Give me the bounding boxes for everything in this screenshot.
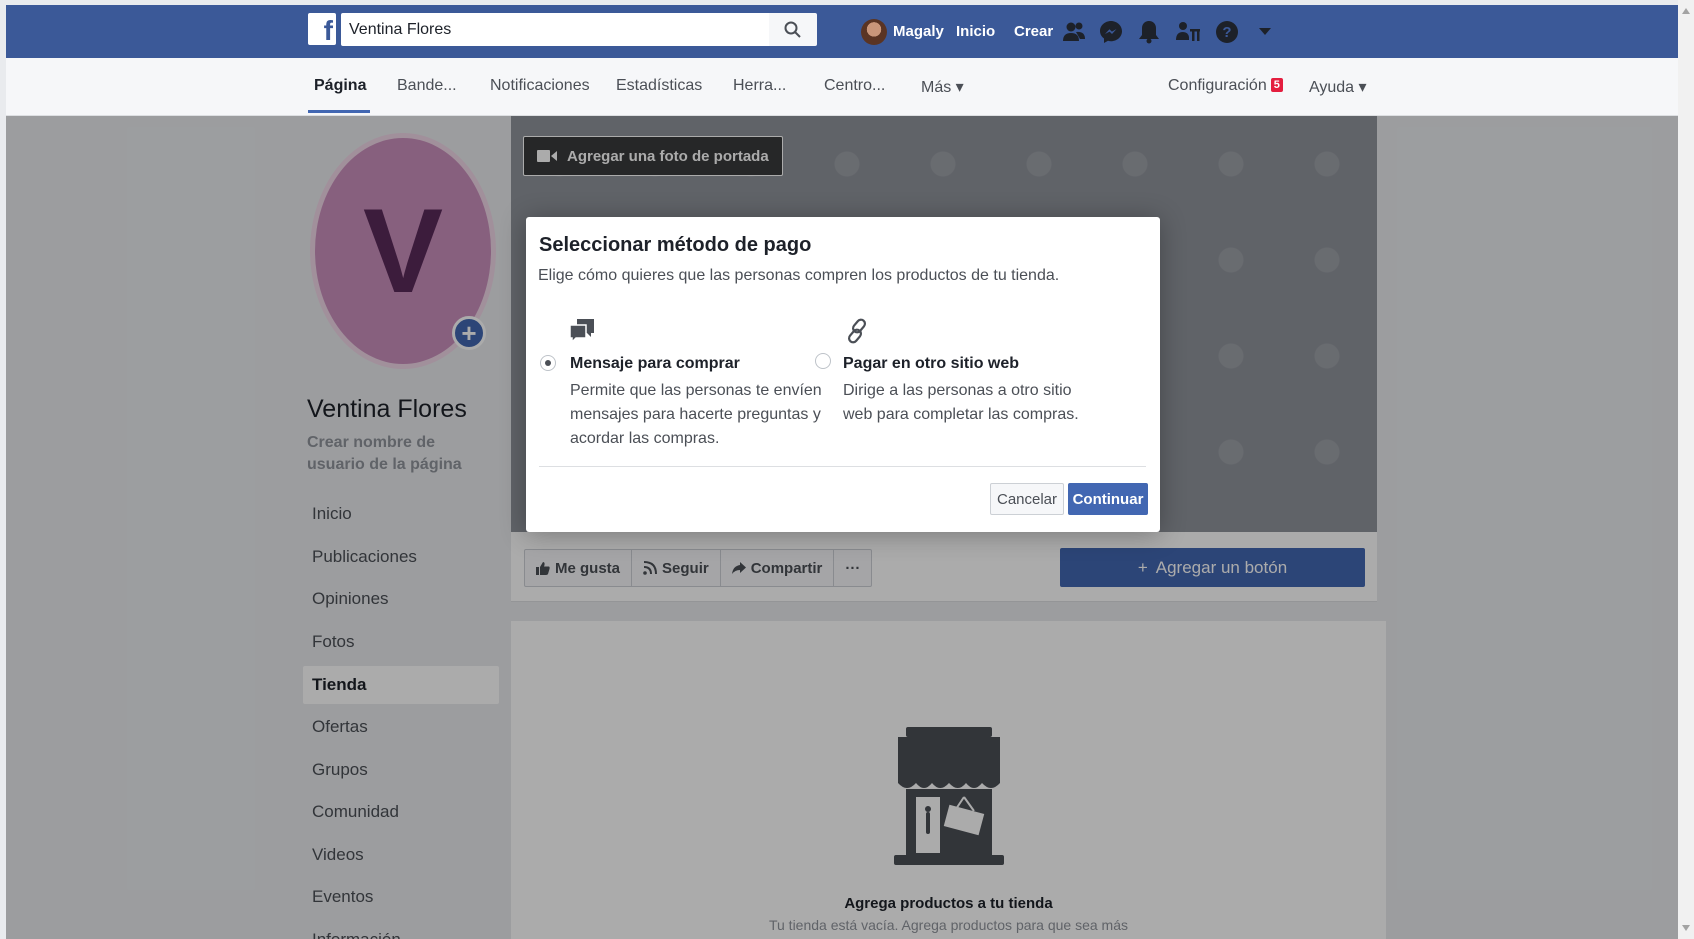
tab-insights[interactable]: Estadísticas: [616, 77, 702, 95]
account-menu-chevron-down-icon[interactable]: [1252, 19, 1278, 45]
tab-notifications[interactable]: Notificaciones: [490, 77, 590, 95]
profile-name: Magaly: [893, 23, 944, 40]
svg-text:?: ?: [1222, 24, 1231, 41]
active-tab-indicator: [308, 110, 370, 113]
message-to-buy-title[interactable]: Mensaje para comprar: [570, 355, 740, 373]
message-to-buy-radio[interactable]: [540, 355, 556, 371]
dialog-subtitle: Elige cómo quieres que las personas comp…: [538, 267, 1060, 284]
search-button[interactable]: [769, 13, 817, 46]
user-tag-icon[interactable]: [1176, 19, 1202, 45]
scrollbar[interactable]: [1678, 0, 1694, 939]
page-tabs-bar: Página Bande... Notificaciones Estadísti…: [6, 58, 1678, 116]
chat-bubbles-icon: [569, 319, 594, 344]
dialog-title: Seleccionar método de pago: [539, 234, 812, 256]
tab-page[interactable]: Página: [314, 77, 366, 95]
home-link[interactable]: Inicio: [956, 5, 995, 58]
tab-help[interactable]: Ayuda ▾: [1309, 77, 1367, 97]
scroll-down-arrow-icon[interactable]: [1682, 925, 1690, 931]
tab-settings[interactable]: Configuración 5: [1168, 77, 1283, 95]
notifications-bell-icon[interactable]: [1136, 19, 1162, 45]
top-navigation-bar: f Magaly Inicio Crear ?: [6, 5, 1678, 58]
tab-publishing-tools[interactable]: Herra...: [733, 77, 786, 95]
messenger-icon[interactable]: [1098, 19, 1124, 45]
link-chain-icon: [847, 318, 867, 344]
tab-inbox[interactable]: Bande...: [397, 77, 457, 95]
friend-requests-icon[interactable]: [1061, 19, 1087, 45]
profile-link[interactable]: Magaly: [861, 5, 944, 58]
cancel-button[interactable]: Cancelar: [990, 483, 1064, 515]
help-question-icon[interactable]: ?: [1214, 19, 1240, 45]
tab-center[interactable]: Centro...: [824, 77, 885, 95]
create-link[interactable]: Crear: [1014, 5, 1053, 58]
pay-on-website-description: Dirige a las personas a otro sitio web p…: [843, 379, 1079, 427]
pay-on-website-desc-line: web para completar las compras.: [843, 406, 1079, 423]
settings-notification-badge: 5: [1270, 78, 1283, 92]
facebook-logo-icon[interactable]: f: [308, 13, 336, 45]
continue-button[interactable]: Continuar: [1068, 483, 1148, 515]
dialog-divider: [539, 466, 1146, 467]
search-icon: [784, 21, 801, 38]
avatar: [861, 18, 887, 45]
pay-on-website-radio[interactable]: [815, 353, 831, 369]
message-to-buy-desc-line: acordar las compras.: [570, 430, 720, 447]
message-to-buy-desc-line: mensajes para hacerte preguntas y: [570, 406, 821, 423]
scroll-up-arrow-icon[interactable]: [1682, 8, 1690, 14]
message-to-buy-desc-line: Permite que las personas te envíen: [570, 382, 822, 399]
settings-label: Configuración: [1168, 77, 1267, 94]
search-input[interactable]: [341, 13, 769, 46]
tab-more[interactable]: Más ▾: [921, 77, 964, 97]
pay-on-website-title[interactable]: Pagar en otro sitio web: [843, 355, 1019, 373]
message-to-buy-description: Permite que las personas te envíen mensa…: [570, 379, 822, 451]
pay-on-website-desc-line: Dirige a las personas a otro sitio: [843, 382, 1072, 399]
payment-method-dialog: Seleccionar método de pago Elige cómo qu…: [526, 217, 1160, 532]
